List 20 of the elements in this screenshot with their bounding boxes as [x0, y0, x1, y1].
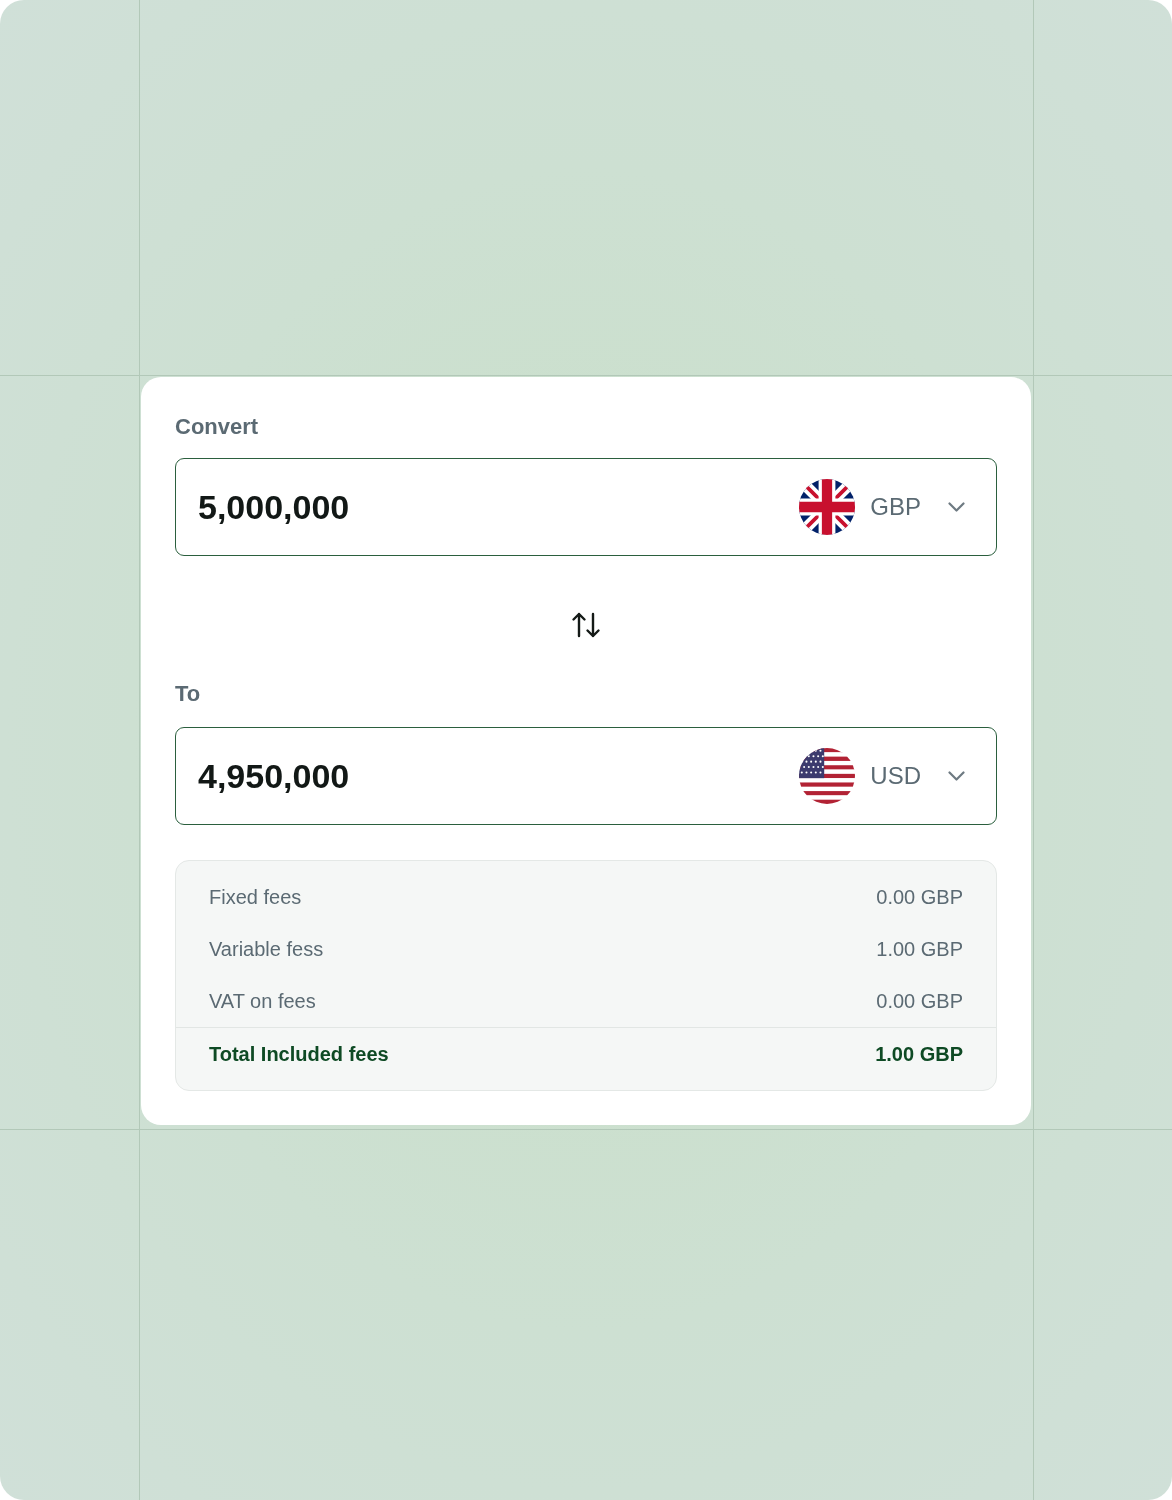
fee-value: 1.00 GBP: [876, 937, 963, 961]
currency-select[interactable]: USD: [799, 748, 965, 804]
amount-field[interactable]: 4,950,000 USD: [175, 727, 997, 825]
us-flag-icon: [799, 748, 856, 804]
field-label: To: [175, 680, 201, 708]
amount-input[interactable]: 5,000,000: [198, 485, 800, 529]
total-fees-label: Total Included fees: [209, 1042, 389, 1066]
chevron-down-icon: [948, 502, 965, 512]
amount-field[interactable]: 5,000,000 GBP: [175, 458, 997, 556]
fee-label: Fixed fees: [209, 885, 302, 909]
fee-value: 0.00 GBP: [876, 885, 963, 909]
amount-input[interactable]: 4,950,000: [198, 754, 800, 798]
fee-label: Variable fess: [209, 937, 324, 961]
total-fees-value: 1.00 GBP: [875, 1042, 963, 1066]
fee-value: 0.00 GBP: [876, 989, 963, 1013]
fee-label: VAT on fees: [209, 989, 316, 1013]
chevron-down-icon: [948, 771, 965, 781]
swap-arrows-icon[interactable]: [571, 612, 601, 638]
currency-select[interactable]: GBP: [799, 479, 965, 535]
field-label: Convert: [175, 413, 259, 441]
